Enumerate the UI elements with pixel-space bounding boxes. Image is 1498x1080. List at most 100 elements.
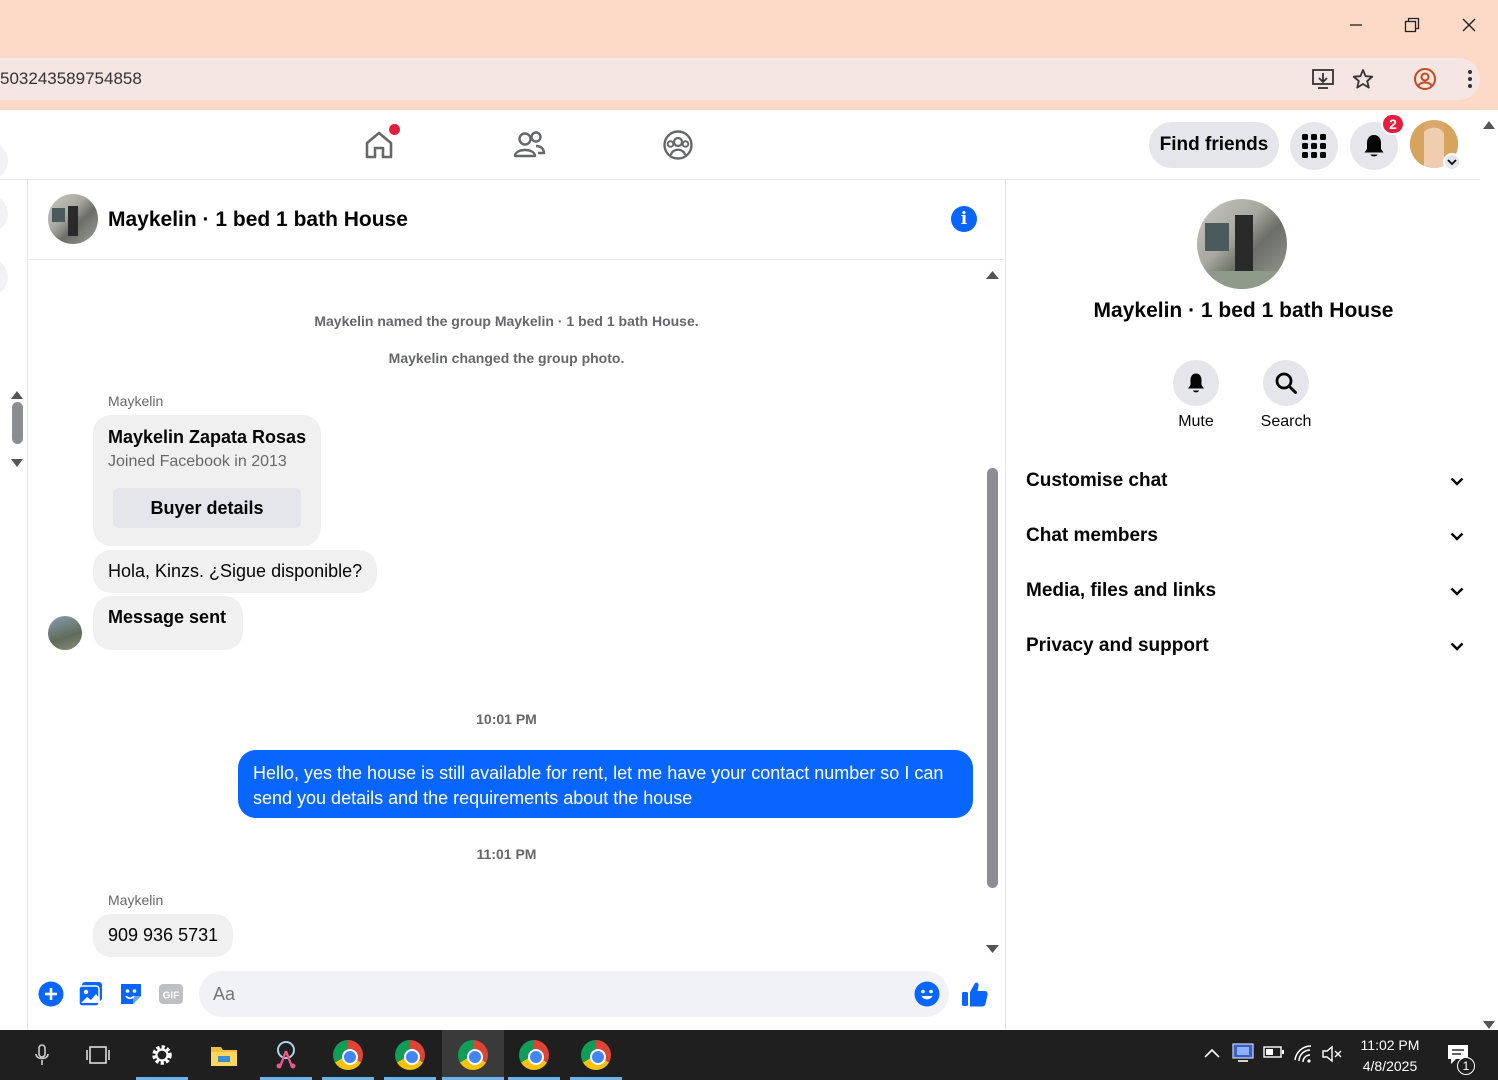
profile-icon[interactable] — [1411, 65, 1439, 93]
buyer-profile-card: Maykelin Zapata Rosas Joined Facebook in… — [93, 415, 321, 546]
chrome-window-3-icon[interactable] — [442, 1030, 504, 1080]
scroll-down-arrow-icon[interactable] — [11, 454, 23, 472]
sender-name: Maykelin — [108, 393, 164, 409]
message-input[interactable] — [213, 981, 893, 1007]
account-chevron-icon[interactable] — [1443, 153, 1461, 171]
notification-badge: 2 — [1381, 113, 1405, 135]
display-icon[interactable] — [1232, 1043, 1254, 1068]
chrome-window-1-icon[interactable] — [322, 1030, 374, 1080]
incoming-message[interactable]: Hola, Kinzs. ¿Sigue disponible? — [93, 550, 378, 593]
chevron-up-icon[interactable] — [1204, 1045, 1220, 1063]
address-bar[interactable]: 503243589754858 — [0, 58, 1480, 100]
messages-scroll-down-icon[interactable] — [986, 940, 999, 958]
page-scroll-up-icon[interactable] — [1483, 116, 1495, 134]
chat-list-scrollbar-thumb[interactable] — [12, 402, 23, 444]
plus-icon[interactable] — [37, 980, 65, 1008]
timestamp: 10:01 PM — [476, 711, 537, 727]
system-clock[interactable]: 11:02 PM 4/8/2025 — [1352, 1035, 1428, 1077]
install-app-icon[interactable] — [1309, 65, 1337, 93]
chat-list-edge — [0, 142, 28, 1030]
chevron-down-icon — [1450, 470, 1464, 492]
panel-chat-name: Maykelin · 1 bed 1 bath House — [1093, 299, 1394, 322]
message-list: Maykelin named the group Maykelin · 1 be… — [29, 261, 1004, 957]
page-scrollbar[interactable] — [1480, 110, 1498, 1030]
chat-info-panel: Maykelin · 1 bed 1 bath House Mute Searc… — [1005, 180, 1480, 1030]
close-icon[interactable] — [1454, 10, 1484, 40]
snipping-tool-icon[interactable] — [260, 1030, 312, 1080]
clock-time: 11:02 PM — [1360, 1037, 1420, 1053]
bell-icon — [1173, 360, 1219, 406]
menu-grid-button[interactable] — [1290, 122, 1338, 170]
section-media-files-links[interactable]: Media, files and links — [1026, 569, 1464, 613]
groups-icon[interactable] — [658, 126, 698, 164]
chat-list-item-partial[interactable] — [0, 195, 8, 233]
grid-icon — [1302, 134, 1326, 158]
chat-list-item-partial[interactable] — [0, 258, 8, 296]
sender-name: Maykelin — [108, 892, 164, 908]
file-explorer-icon[interactable] — [198, 1030, 250, 1080]
system-message: Maykelin changed the group photo. — [388, 350, 625, 366]
message-input-box[interactable] — [199, 971, 949, 1017]
gif-icon[interactable]: GIF — [157, 980, 185, 1008]
task-view-icon[interactable] — [72, 1030, 124, 1080]
messages-scrollbar-thumb[interactable] — [987, 468, 998, 888]
search-label: Search — [1260, 413, 1312, 430]
section-label: Customise chat — [1026, 470, 1168, 491]
chrome-window-4-icon[interactable] — [508, 1030, 560, 1080]
timestamp: 11:01 PM — [476, 846, 537, 862]
action-center-count: 1 — [1457, 1057, 1475, 1075]
battery-icon[interactable] — [1263, 1045, 1285, 1064]
section-label: Media, files and links — [1026, 580, 1217, 601]
outgoing-message[interactable]: Hello, yes the house is still available … — [238, 750, 973, 818]
volume-muted-icon[interactable] — [1322, 1045, 1344, 1068]
wifi-icon[interactable] — [1293, 1044, 1315, 1069]
clock-date: 4/8/2025 — [1362, 1058, 1418, 1074]
thumbs-up-icon[interactable] — [961, 980, 989, 1008]
bookmark-star-icon[interactable] — [1349, 65, 1377, 93]
chrome-window-5-icon[interactable] — [570, 1030, 622, 1080]
section-label: Chat members — [1026, 525, 1158, 546]
minimize-icon[interactable] — [1341, 10, 1371, 40]
buyer-joined-text: Joined Facebook in 2013 — [108, 453, 287, 470]
incoming-message[interactable]: 909 936 5731 — [93, 914, 234, 957]
buyer-name: Maykelin Zapata Rosas — [108, 427, 307, 447]
search-icon — [1263, 360, 1309, 406]
section-privacy-support[interactable]: Privacy and support — [1026, 624, 1464, 668]
photo-icon[interactable] — [77, 980, 105, 1008]
chat-title[interactable]: Maykelin · 1 bed 1 bath House — [108, 208, 408, 232]
chevron-down-icon — [1450, 525, 1464, 547]
buyer-details-button[interactable]: Buyer details — [113, 488, 301, 528]
mute-button[interactable]: Mute — [1151, 360, 1241, 431]
restore-icon[interactable] — [1397, 10, 1427, 40]
browser-titlebar — [0, 0, 1498, 50]
svg-text:GIF: GIF — [163, 991, 180, 1002]
url-text: 503243589754858 — [0, 69, 142, 88]
windows-taskbar: 11:02 PM 4/8/2025 1 — [0, 1030, 1498, 1080]
home-notification-dot — [389, 124, 400, 135]
friends-icon[interactable] — [509, 126, 549, 164]
system-message: Maykelin named the group Maykelin · 1 be… — [314, 313, 699, 329]
browser-menu-icon[interactable] — [1456, 65, 1484, 93]
section-label: Privacy and support — [1026, 635, 1209, 656]
group-photo-large[interactable] — [1197, 199, 1287, 289]
message-composer: GIF — [29, 958, 1004, 1030]
mute-label: Mute — [1178, 413, 1214, 430]
microphone-icon[interactable] — [16, 1030, 68, 1080]
chrome-window-2-icon[interactable] — [384, 1030, 436, 1080]
section-customise-chat[interactable]: Customise chat — [1026, 459, 1464, 503]
find-friends-button[interactable]: Find friends — [1149, 122, 1279, 168]
info-icon[interactable]: i — [951, 206, 977, 232]
messages-scroll-up-icon[interactable] — [986, 266, 999, 284]
emoji-icon[interactable] — [913, 980, 941, 1008]
bell-icon — [1364, 135, 1384, 157]
chevron-down-icon — [1450, 635, 1464, 657]
group-photo[interactable] — [48, 194, 98, 244]
message-sent-status: Message sent — [93, 596, 243, 650]
sticker-icon[interactable] — [117, 980, 145, 1008]
chevron-down-icon — [1450, 580, 1464, 602]
settings-gear-icon[interactable] — [136, 1030, 188, 1080]
sender-avatar[interactable] — [48, 616, 82, 650]
section-chat-members[interactable]: Chat members — [1026, 514, 1464, 558]
chat-header: Maykelin · 1 bed 1 bath House i — [29, 180, 1004, 260]
search-button[interactable]: Search — [1241, 360, 1331, 431]
